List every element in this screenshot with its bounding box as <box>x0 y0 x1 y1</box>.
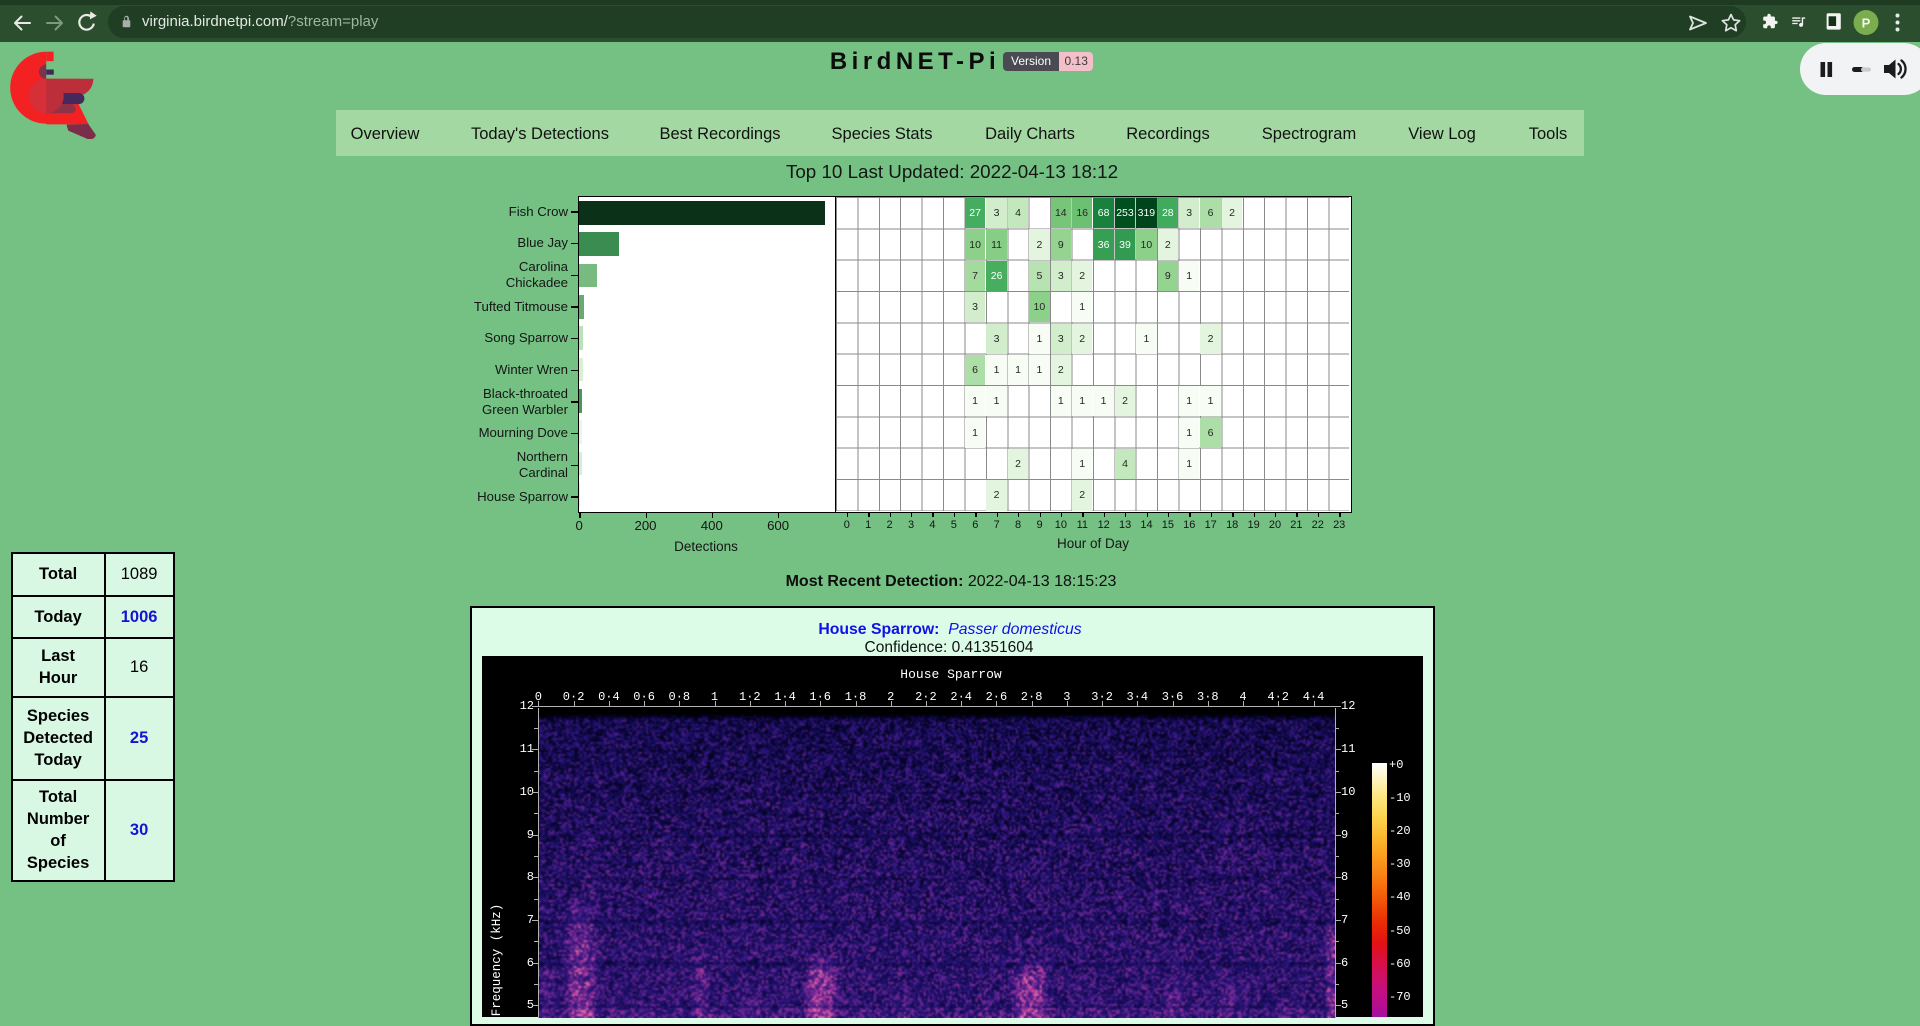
svg-text:P: P <box>1862 15 1871 30</box>
